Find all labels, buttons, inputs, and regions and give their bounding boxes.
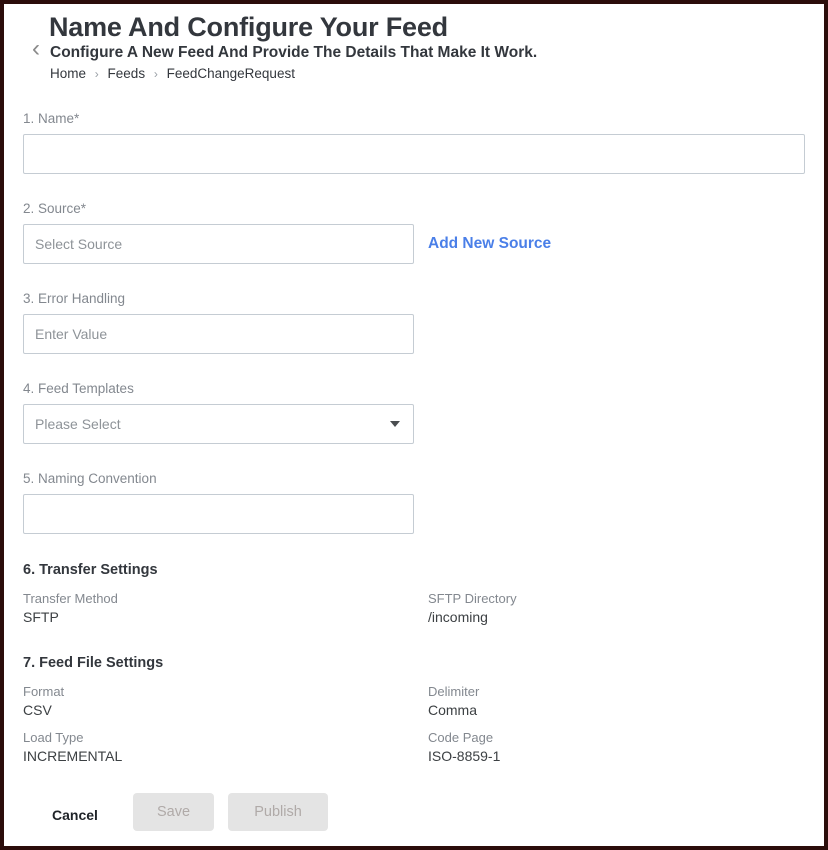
- page-header: ‹ Name And Configure Your Feed Configure…: [4, 4, 824, 90]
- name-input[interactable]: [23, 134, 805, 174]
- transfer-method-pair: Transfer Method SFTP: [23, 591, 118, 625]
- publish-button[interactable]: Publish: [228, 793, 328, 831]
- page-title: Name And Configure Your Feed: [49, 12, 448, 42]
- section-feed-file-settings: 7. Feed File Settings: [23, 655, 163, 671]
- field-naming-convention-label: 5. Naming Convention: [23, 471, 157, 486]
- source-input[interactable]: [23, 224, 414, 264]
- section-feed-file-settings-title: 7. Feed File Settings: [23, 655, 164, 671]
- code-page-value: ISO-8859-1: [428, 748, 501, 764]
- delimiter-pair: Delimiter Comma: [428, 684, 479, 718]
- field-source-label: 2. Source*: [23, 201, 87, 216]
- code-page-pair: Code Page ISO-8859-1: [428, 730, 500, 764]
- field-feed-templates-label: 4. Feed Templates: [23, 381, 134, 396]
- transfer-method-label: Transfer Method: [23, 591, 118, 606]
- breadcrumb-separator-icon: ›: [153, 67, 158, 81]
- feed-templates-select[interactable]: Please Select: [23, 404, 414, 444]
- code-page-label: Code Page: [428, 730, 494, 745]
- format-value: CSV: [23, 702, 52, 718]
- sftp-directory-label: SFTP Directory: [428, 591, 517, 606]
- add-new-source-wrapper: Add New Source: [428, 235, 551, 253]
- naming-convention-input[interactable]: [23, 494, 414, 534]
- breadcrumb-separator-icon: ›: [94, 67, 99, 81]
- load-type-label: Load Type: [23, 730, 84, 745]
- sftp-directory-pair: SFTP Directory /incoming: [428, 591, 517, 625]
- feed-configuration-page: ‹ Name And Configure Your Feed Configure…: [4, 4, 824, 846]
- breadcrumb-item-feedchangerequest[interactable]: FeedChangeRequest: [167, 66, 295, 81]
- error-handling-input[interactable]: [23, 314, 414, 354]
- load-type-pair: Load Type INCREMENTAL: [23, 730, 122, 764]
- section-transfer-settings-title: 6. Transfer Settings: [23, 562, 158, 578]
- cancel-button[interactable]: Cancel: [48, 801, 102, 829]
- feed-templates-select-wrapper: Please Select: [23, 404, 414, 444]
- form-footer: Cancel Save Publish: [4, 784, 824, 846]
- field-source: 2. Source*: [23, 201, 414, 264]
- chevron-left-icon[interactable]: ‹: [26, 36, 46, 62]
- delimiter-label: Delimiter: [428, 684, 480, 699]
- field-error-handling: 3. Error Handling: [23, 291, 414, 354]
- format-label: Format: [23, 684, 65, 699]
- transfer-method-value: SFTP: [23, 609, 59, 625]
- field-name-label: 1. Name*: [23, 111, 80, 126]
- field-naming-convention: 5. Naming Convention: [23, 471, 414, 534]
- sftp-directory-value: /incoming: [428, 609, 488, 625]
- format-pair: Format CSV: [23, 684, 64, 718]
- breadcrumb-item-feeds[interactable]: Feeds: [108, 66, 146, 81]
- load-type-value: INCREMENTAL: [23, 748, 123, 764]
- field-error-handling-label: 3. Error Handling: [23, 291, 126, 306]
- add-new-source-link[interactable]: Add New Source: [428, 235, 551, 252]
- field-name: 1. Name*: [23, 111, 805, 174]
- breadcrumb: Home › Feeds › FeedChangeRequest: [50, 66, 295, 81]
- page-subtitle: Configure A New Feed And Provide The Det…: [50, 44, 538, 61]
- field-feed-templates: 4. Feed Templates Please Select: [23, 381, 414, 449]
- save-button[interactable]: Save: [133, 793, 214, 831]
- breadcrumb-item-home[interactable]: Home: [50, 66, 86, 81]
- section-transfer-settings: 6. Transfer Settings: [23, 562, 158, 578]
- delimiter-value: Comma: [428, 702, 478, 718]
- screenshot-frame: ‹ Name And Configure Your Feed Configure…: [0, 0, 828, 850]
